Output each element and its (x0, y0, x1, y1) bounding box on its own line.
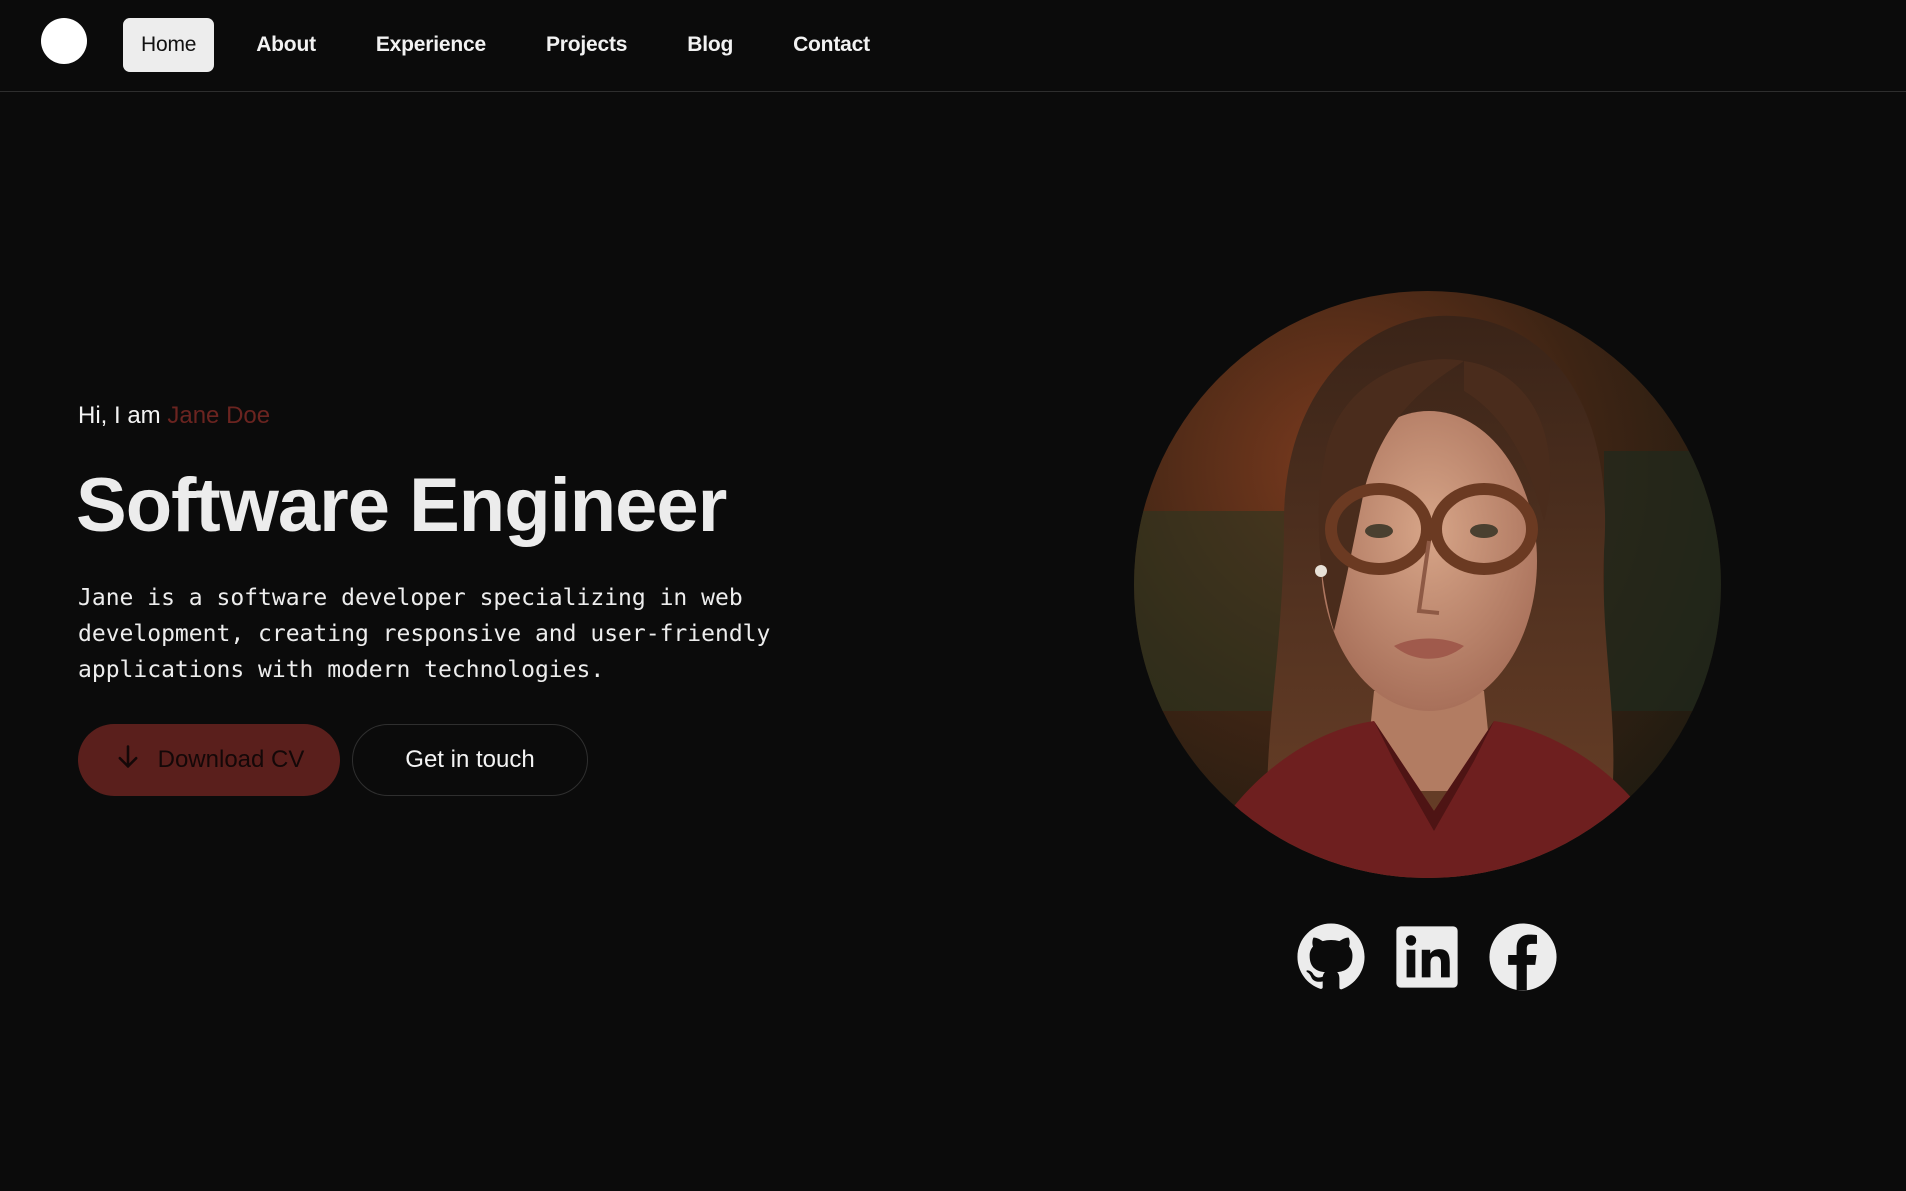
social-links (1296, 922, 1558, 992)
get-in-touch-button[interactable]: Get in touch (352, 724, 588, 796)
hero-name: Jane Doe (167, 402, 271, 429)
greeting: Hi, I am Jane Doe (78, 402, 270, 430)
download-cv-label: Download CV (157, 746, 305, 773)
download-cv-button[interactable]: Download CV (78, 724, 340, 796)
github-icon[interactable] (1296, 922, 1366, 992)
hero-buttons: Download CV Get in touch (78, 724, 588, 796)
arrow-down-icon (114, 743, 142, 778)
facebook-icon[interactable] (1488, 922, 1558, 992)
hero-description: Jane is a software developer specializin… (78, 585, 771, 683)
page: Home About Experience Projects Blog Cont… (0, 0, 1906, 1191)
greeting-prefix: Hi, I am (78, 402, 161, 429)
nav-link-about[interactable]: About (238, 18, 334, 72)
logo[interactable] (41, 18, 87, 64)
nav-links: Home About Experience Projects Blog Cont… (123, 18, 888, 72)
nav-link-experience[interactable]: Experience (358, 18, 504, 72)
linkedin-icon[interactable] (1392, 922, 1462, 992)
hero-title: Software Engineer (76, 463, 727, 548)
nav-link-blog[interactable]: Blog (669, 18, 751, 72)
nav-link-contact[interactable]: Contact (775, 18, 888, 72)
top-nav: Home About Experience Projects Blog Cont… (0, 0, 1906, 92)
nav-link-home[interactable]: Home (123, 18, 215, 72)
get-in-touch-label: Get in touch (405, 746, 535, 773)
profile-photo (1134, 291, 1721, 878)
nav-link-projects[interactable]: Projects (528, 18, 645, 72)
